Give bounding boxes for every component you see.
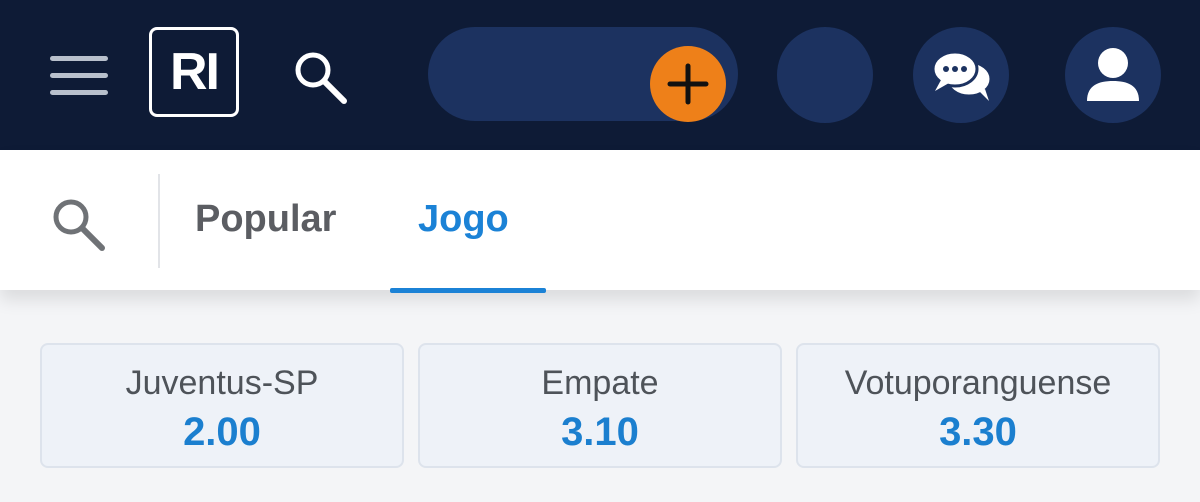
- odds-button-draw[interactable]: Empate 3.10: [418, 343, 782, 468]
- odds-button-home[interactable]: Juventus-SP 2.00: [40, 343, 404, 468]
- divider: [158, 174, 160, 268]
- active-tab-indicator: [390, 288, 546, 293]
- plus-icon: [667, 63, 709, 105]
- outcome-name: Juventus-SP: [125, 364, 319, 402]
- chat-bubbles-icon: [931, 50, 993, 101]
- tab-jogo[interactable]: Jogo: [418, 196, 509, 242]
- user-icon: [1087, 48, 1139, 101]
- market-tabs-bar: Popular Jogo: [0, 150, 1200, 293]
- odds-value: 2.00: [183, 410, 261, 454]
- search-icon[interactable]: [288, 45, 352, 109]
- odds-value: 3.10: [561, 410, 639, 454]
- site-logo[interactable]: RI: [149, 27, 239, 117]
- search-icon[interactable]: [46, 192, 110, 256]
- outcome-name: Empate: [541, 364, 659, 402]
- tab-popular[interactable]: Popular: [195, 196, 336, 242]
- top-navigation-bar: RI: [0, 0, 1200, 150]
- outcome-name: Votuporanguense: [844, 364, 1112, 402]
- profile-button[interactable]: [1065, 27, 1161, 123]
- odds-value: 3.30: [939, 410, 1017, 454]
- chat-button[interactable]: [913, 27, 1009, 123]
- deposit-button[interactable]: [650, 46, 726, 122]
- odds-button-away[interactable]: Votuporanguense 3.30: [796, 343, 1160, 468]
- hamburger-menu-icon[interactable]: [50, 56, 110, 96]
- empty-circle-button[interactable]: [777, 27, 873, 123]
